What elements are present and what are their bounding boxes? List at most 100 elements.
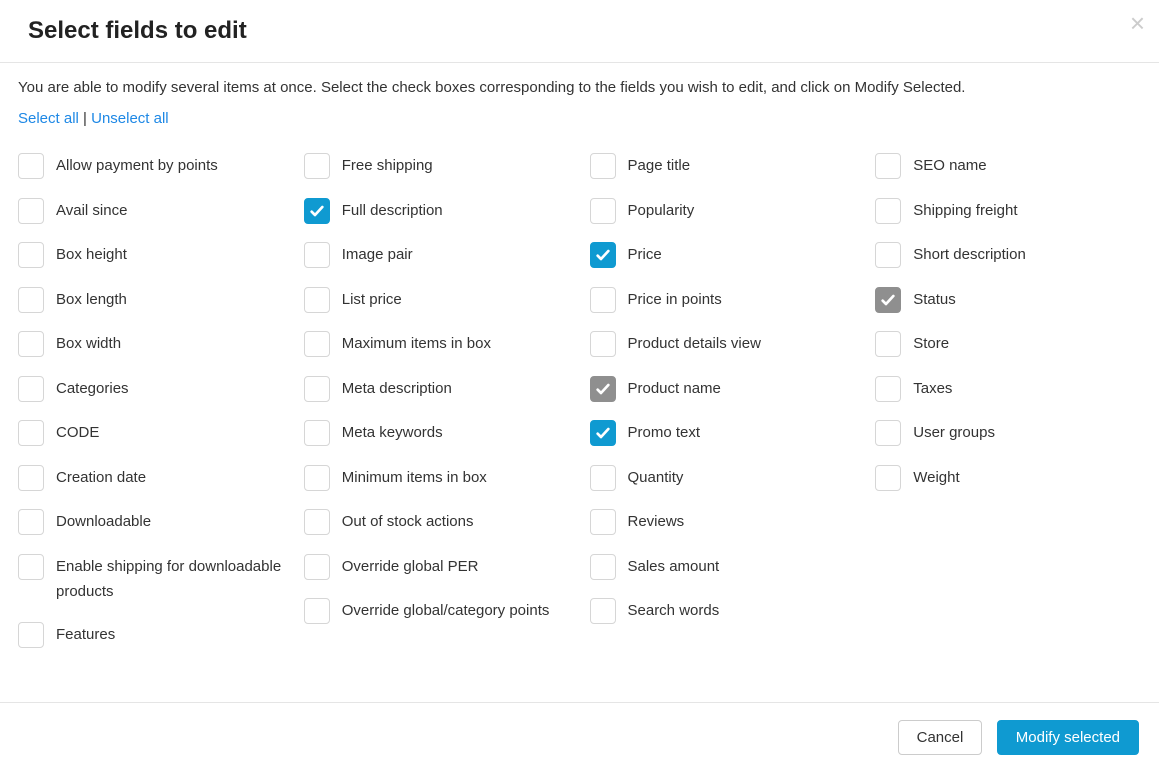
field-checkbox[interactable]: [304, 420, 330, 446]
field-checkbox[interactable]: [18, 153, 44, 179]
field-label: Meta description: [342, 376, 452, 401]
unselect-all-link[interactable]: Unselect all: [91, 110, 169, 127]
field-checkbox[interactable]: [590, 331, 616, 357]
field-row: Box length: [18, 287, 284, 313]
field-checkbox[interactable]: [590, 242, 616, 268]
field-label: SEO name: [913, 153, 986, 178]
field-row: Store: [875, 331, 1141, 357]
field-label: Store: [913, 331, 949, 356]
field-row: SEO name: [875, 153, 1141, 179]
field-row: Meta description: [304, 376, 570, 402]
field-checkbox: [590, 376, 616, 402]
field-label: Maximum items in box: [342, 331, 491, 356]
field-label: Reviews: [628, 509, 685, 534]
field-row: Product name: [590, 376, 856, 402]
field-checkbox[interactable]: [590, 554, 616, 580]
field-row: Taxes: [875, 376, 1141, 402]
modal-title: Select fields to edit: [28, 17, 1131, 45]
field-checkbox[interactable]: [304, 598, 330, 624]
field-row: Weight: [875, 465, 1141, 491]
field-checkbox[interactable]: [590, 153, 616, 179]
field-checkbox[interactable]: [18, 376, 44, 402]
field-label: Search words: [628, 598, 720, 623]
modal-body[interactable]: You are able to modify several items at …: [0, 63, 1159, 702]
field-checkbox[interactable]: [18, 622, 44, 648]
instruction-text: You are able to modify several items at …: [18, 79, 1141, 96]
field-checkbox[interactable]: [590, 420, 616, 446]
field-label: Box height: [56, 242, 127, 267]
field-label: Minimum items in box: [342, 465, 487, 490]
field-label: Override global PER: [342, 554, 479, 579]
field-label: Creation date: [56, 465, 146, 490]
field-checkbox[interactable]: [18, 198, 44, 224]
field-checkbox[interactable]: [18, 554, 44, 580]
field-row: Enable shipping for downloadable product…: [18, 554, 284, 604]
field-label: Product details view: [628, 331, 761, 356]
field-row: List price: [304, 287, 570, 313]
field-checkbox[interactable]: [875, 331, 901, 357]
field-checkbox[interactable]: [18, 242, 44, 268]
fields-column: Page titlePopularityPricePrice in points…: [590, 153, 856, 667]
field-checkbox[interactable]: [875, 198, 901, 224]
field-checkbox[interactable]: [18, 420, 44, 446]
field-label: Short description: [913, 242, 1026, 267]
field-checkbox[interactable]: [304, 509, 330, 535]
field-checkbox[interactable]: [304, 287, 330, 313]
field-checkbox[interactable]: [875, 376, 901, 402]
field-label: Meta keywords: [342, 420, 443, 445]
field-label: Product name: [628, 376, 721, 401]
field-label: Price in points: [628, 287, 722, 312]
field-checkbox[interactable]: [590, 465, 616, 491]
field-label: Image pair: [342, 242, 413, 267]
field-checkbox[interactable]: [304, 242, 330, 268]
field-row: Price in points: [590, 287, 856, 313]
field-label: CODE: [56, 420, 99, 445]
field-row: Override global PER: [304, 554, 570, 580]
fields-column: Allow payment by pointsAvail sinceBox he…: [18, 153, 284, 667]
field-checkbox[interactable]: [875, 420, 901, 446]
field-row: User groups: [875, 420, 1141, 446]
field-row: Box height: [18, 242, 284, 268]
field-checkbox[interactable]: [304, 465, 330, 491]
field-row: Price: [590, 242, 856, 268]
field-row: Full description: [304, 198, 570, 224]
link-separator: |: [79, 110, 91, 127]
field-checkbox[interactable]: [304, 198, 330, 224]
field-row: Reviews: [590, 509, 856, 535]
field-checkbox: [875, 287, 901, 313]
field-checkbox[interactable]: [304, 554, 330, 580]
modify-selected-button[interactable]: Modify selected: [997, 720, 1139, 755]
field-label: Categories: [56, 376, 129, 401]
field-checkbox[interactable]: [304, 153, 330, 179]
field-checkbox[interactable]: [590, 598, 616, 624]
field-checkbox[interactable]: [18, 331, 44, 357]
field-checkbox[interactable]: [18, 509, 44, 535]
field-checkbox[interactable]: [875, 153, 901, 179]
field-label: Downloadable: [56, 509, 151, 534]
field-label: Allow payment by points: [56, 153, 218, 178]
field-checkbox[interactable]: [18, 465, 44, 491]
field-row: Override global/category points: [304, 598, 570, 624]
field-label: Box width: [56, 331, 121, 356]
select-all-link[interactable]: Select all: [18, 110, 79, 127]
field-row: Short description: [875, 242, 1141, 268]
field-checkbox[interactable]: [304, 376, 330, 402]
field-checkbox[interactable]: [590, 509, 616, 535]
field-checkbox[interactable]: [590, 287, 616, 313]
close-icon[interactable]: ×: [1130, 10, 1145, 36]
cancel-button[interactable]: Cancel: [898, 720, 983, 755]
field-checkbox[interactable]: [18, 287, 44, 313]
field-row: Features: [18, 622, 284, 648]
field-checkbox[interactable]: [875, 465, 901, 491]
field-row: Sales amount: [590, 554, 856, 580]
field-row: Product details view: [590, 331, 856, 357]
fields-columns: Allow payment by pointsAvail sinceBox he…: [18, 153, 1141, 667]
field-checkbox[interactable]: [590, 198, 616, 224]
field-label: Price: [628, 242, 662, 267]
field-row: Search words: [590, 598, 856, 624]
field-row: Free shipping: [304, 153, 570, 179]
field-row: Downloadable: [18, 509, 284, 535]
field-checkbox[interactable]: [304, 331, 330, 357]
field-label: Enable shipping for downloadable product…: [56, 554, 284, 604]
field-checkbox[interactable]: [875, 242, 901, 268]
